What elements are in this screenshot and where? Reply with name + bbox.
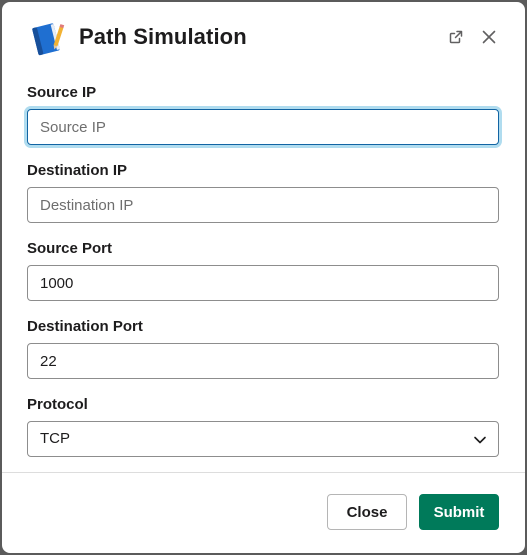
notebook-icon [32,23,65,56]
destination-port-label: Destination Port [27,318,143,335]
source-ip-label: Source IP [27,84,97,101]
close-icon [482,30,496,44]
protocol-select[interactable]: TCP [27,421,499,457]
path-simulation-dialog: Path Simulation Source IP Destination IP… [2,2,525,553]
destination-ip-input[interactable] [27,187,499,223]
protocol-label: Protocol [27,396,88,413]
protocol-selected-value: TCP [40,430,70,447]
dialog-header: Path Simulation [2,2,525,74]
source-port-label: Source Port [27,240,113,257]
submit-button[interactable]: Submit [419,494,499,530]
source-port-input[interactable] [27,265,499,301]
destination-port-input[interactable] [27,343,499,379]
dialog-footer: Close Submit [2,473,525,553]
dialog-body: Source IP Destination IP Source Port Des… [2,74,525,472]
dialog-title: Path Simulation [79,24,247,49]
destination-ip-label: Destination IP [27,162,128,179]
close-button[interactable]: Close [327,494,407,530]
external-link-icon [449,30,463,44]
chevron-down-icon [474,436,486,444]
source-ip-input[interactable] [27,109,499,145]
close-dialog-button[interactable] [478,26,500,48]
open-external-button[interactable] [445,26,467,48]
